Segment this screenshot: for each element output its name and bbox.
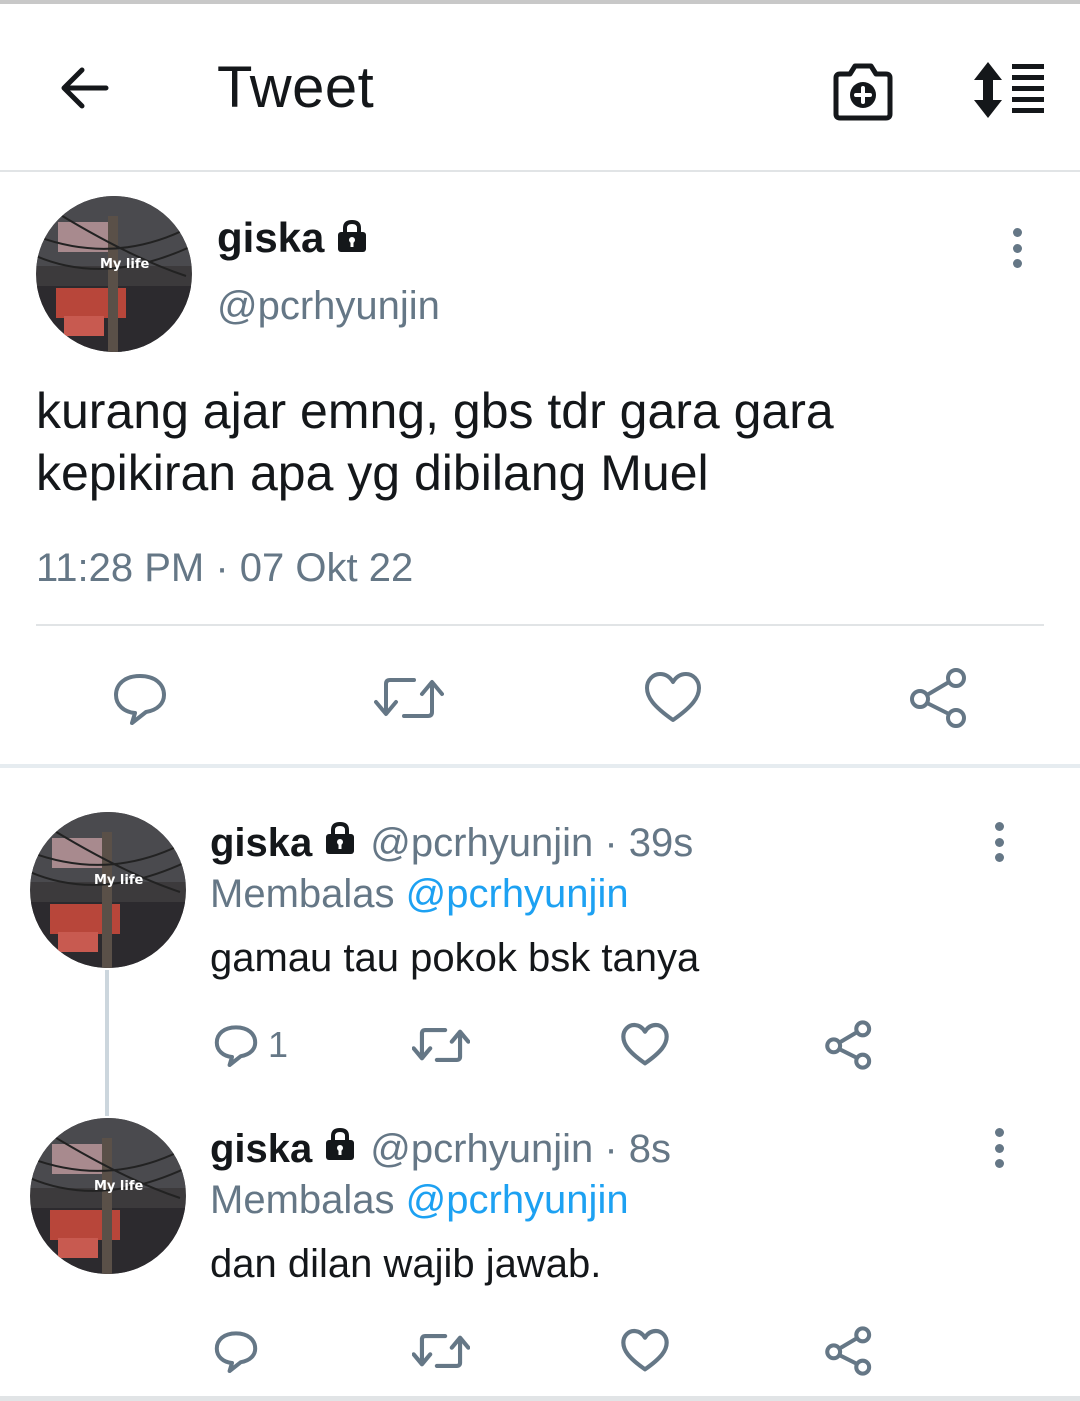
retweet-icon xyxy=(412,1028,470,1062)
handle-and-time: @pcrhyunjin · 39s xyxy=(370,820,694,865)
like-button[interactable] xyxy=(620,1326,670,1376)
replying-prefix: Membalas xyxy=(210,1178,395,1222)
display-name[interactable]: giska xyxy=(217,214,324,262)
divider xyxy=(36,624,1044,626)
replying-mention[interactable]: @pcrhyunjin xyxy=(406,872,629,916)
sort-button[interactable] xyxy=(968,58,1048,122)
reply-text: gamau tau pokok bsk tanya xyxy=(210,936,700,980)
reply-icon xyxy=(114,674,166,725)
sort-icon xyxy=(974,62,1044,118)
retweet-icon xyxy=(374,678,444,718)
user-handle[interactable]: @pcrhyunjin xyxy=(217,284,440,329)
replying-prefix: Membalas xyxy=(210,872,395,916)
main-tweet: My life giska @pcrhyunjin kurang ajar em… xyxy=(0,174,1080,768)
back-arrow-icon xyxy=(61,67,109,109)
lock-icon xyxy=(322,820,358,866)
tweet-timestamp: 11:28 PM · 07 Okt 22 xyxy=(36,546,414,590)
retweet-button[interactable] xyxy=(412,1326,470,1376)
reply-button[interactable] xyxy=(212,1326,260,1376)
heart-icon xyxy=(621,1022,669,1066)
display-name[interactable]: giska xyxy=(210,821,312,866)
more-options-icon[interactable] xyxy=(1005,228,1029,268)
page-title: Tweet xyxy=(217,55,375,120)
retweet-button[interactable] xyxy=(374,668,444,728)
tweet-text: kurang ajar emng, gbs tdr gara gara kepi… xyxy=(36,380,1036,504)
reply-count: 1 xyxy=(268,1024,289,1065)
retweet-button[interactable] xyxy=(412,1020,470,1070)
share-button[interactable] xyxy=(908,668,968,728)
reply-text: dan dilan wajib jawab. xyxy=(210,1242,602,1286)
reply-tweet[interactable]: My life giska @pcrhyunjin · 8s Membalas … xyxy=(0,1078,1080,1396)
more-options-icon[interactable] xyxy=(987,1128,1011,1168)
share-icon xyxy=(910,668,966,728)
avatar[interactable]: My life xyxy=(30,1118,186,1274)
avatar-label: My life xyxy=(94,873,144,888)
lock-icon xyxy=(322,1126,358,1172)
reply-tweet[interactable]: My life giska @pcrhyunjin · 39s Membalas… xyxy=(0,772,1080,1102)
app-header: Tweet xyxy=(0,4,1080,172)
display-name[interactable]: giska xyxy=(210,1127,312,1172)
replying-mention[interactable]: @pcrhyunjin xyxy=(406,1178,629,1222)
like-button[interactable] xyxy=(620,1020,670,1070)
share-icon xyxy=(825,1326,872,1376)
share-button[interactable] xyxy=(824,1020,874,1070)
avatar-label: My life xyxy=(94,1179,144,1194)
heart-icon xyxy=(645,672,701,722)
reply-icon xyxy=(214,1331,258,1373)
divider xyxy=(0,1396,1080,1401)
back-button[interactable] xyxy=(52,56,116,120)
share-button[interactable] xyxy=(824,1326,874,1376)
camera-button[interactable] xyxy=(830,58,896,124)
handle-and-time: @pcrhyunjin · 8s xyxy=(370,1126,672,1171)
avatar[interactable]: My life xyxy=(36,196,192,352)
avatar-label: My life xyxy=(100,257,150,272)
avatar[interactable]: My life xyxy=(30,812,186,968)
camera-add-icon xyxy=(833,63,893,121)
like-button[interactable] xyxy=(643,668,703,728)
lock-icon xyxy=(334,218,370,259)
reply-button[interactable]: 1 xyxy=(212,1020,288,1070)
share-icon xyxy=(825,1020,872,1070)
heart-icon xyxy=(621,1328,669,1372)
tweet-text-line: kepikiran apa yg dibilang Muel xyxy=(36,445,709,501)
reply-icon xyxy=(214,1025,258,1067)
more-options-icon[interactable] xyxy=(987,822,1011,862)
tweet-text-line: kurang ajar emng, gbs tdr gara gara xyxy=(36,383,834,439)
reply-button[interactable] xyxy=(110,668,170,728)
retweet-icon xyxy=(412,1334,470,1368)
